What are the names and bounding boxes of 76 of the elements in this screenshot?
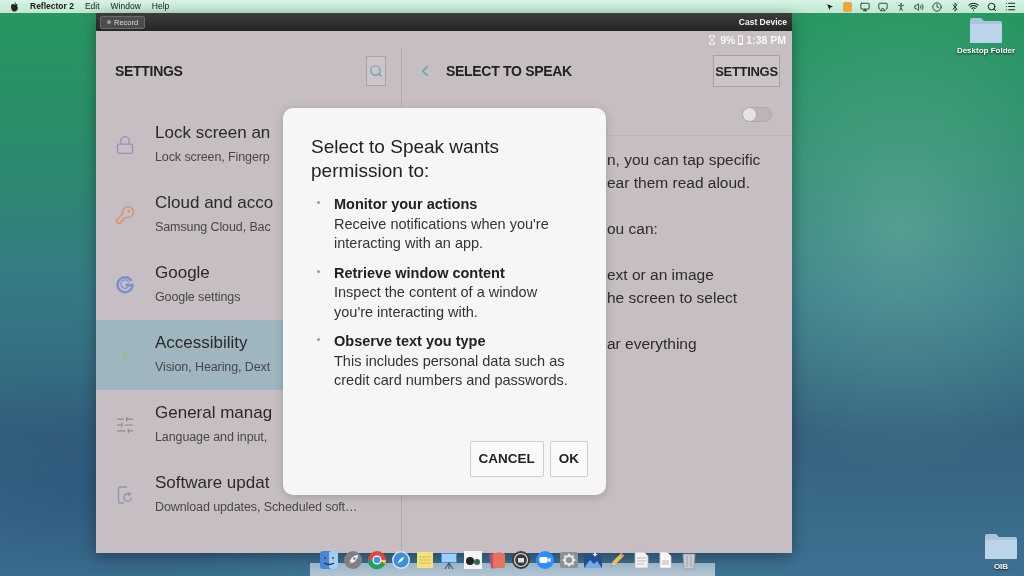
- screen-cast-icon[interactable]: [878, 1, 888, 12]
- rocket-icon[interactable]: [343, 550, 363, 570]
- app-menu[interactable]: Reflector 2: [30, 0, 74, 13]
- item-subtitle: Language and input,: [155, 429, 269, 446]
- settings-heading: SETTINGS: [115, 63, 183, 79]
- bullet-icon: [317, 201, 320, 204]
- item-title: Google: [155, 262, 211, 284]
- item-subtitle: Lock screen, Fingerp: [155, 149, 271, 166]
- list-icon[interactable]: [1005, 1, 1016, 12]
- icon-label: OIB: [993, 562, 1009, 571]
- tile-icon[interactable]: [463, 550, 483, 570]
- landscape-icon[interactable]: [583, 550, 603, 570]
- dialog-title: Select to Speak wants permission to:: [311, 135, 500, 183]
- tablet-refresh-icon: [115, 485, 135, 505]
- item-subtitle: Samsung Cloud, Bac: [155, 219, 272, 236]
- item-title: Cloud and acco: [155, 192, 274, 214]
- trash-icon[interactable]: [679, 550, 699, 570]
- clock-icon[interactable]: [932, 1, 942, 12]
- item-subtitle: Google settings: [155, 289, 241, 306]
- bullet-icon: [317, 269, 320, 273]
- description-text: ar everything: [607, 334, 698, 354]
- record-dot-icon: [107, 20, 111, 24]
- window-title: Cast Device: [738, 17, 787, 27]
- tricolor-circle-icon[interactable]: [367, 550, 387, 570]
- lock-icon: [115, 135, 135, 155]
- gear-icon[interactable]: [559, 550, 579, 570]
- menu-item[interactable]: Help: [151, 0, 170, 13]
- wifi-icon[interactable]: [968, 1, 979, 12]
- battery-level: 9%: [720, 33, 736, 46]
- video-camera-icon[interactable]: [535, 550, 555, 570]
- clock-time: 1:38 PM: [746, 33, 786, 46]
- description-text: ou can:: [607, 219, 659, 239]
- description-text: ext or an image he screen to select: [607, 265, 739, 308]
- apple-icon[interactable]: [10, 1, 19, 12]
- toggle-switch[interactable]: [742, 107, 772, 122]
- settings-item[interactable]: Software updat Download updates, Scheduled soft…: [96, 460, 401, 530]
- menu-item[interactable]: Window: [110, 0, 141, 13]
- dialog-button[interactable]: OK: [549, 440, 588, 477]
- description-text: n, you can tap specific ear them read aloud.: [607, 150, 762, 193]
- item-title: Software updat: [155, 472, 271, 494]
- monitor-icon[interactable]: [860, 1, 870, 12]
- item-subtitle: Download updates, Scheduled soft…: [155, 499, 358, 516]
- record-circle-icon[interactable]: [511, 550, 531, 570]
- permission-description: Inspect the content of a window you're interacting with.: [334, 283, 539, 322]
- permission-title: Retrieve window content: [334, 263, 506, 283]
- page-title: SELECT TO SPEAK: [446, 63, 572, 79]
- item-title: General manag: [155, 402, 273, 424]
- compass-icon[interactable]: [391, 550, 411, 570]
- item-title: Accessibility: [155, 332, 249, 354]
- g-logo-icon: [115, 275, 135, 295]
- easel-icon[interactable]: [439, 550, 459, 570]
- bullet-icon: [317, 338, 320, 341]
- accessibility-icon[interactable]: [896, 1, 906, 12]
- bluetooth-icon[interactable]: [950, 1, 960, 12]
- volume-icon[interactable]: [914, 1, 924, 12]
- key-icon: [115, 205, 135, 225]
- sliders-icon: [115, 415, 135, 435]
- photo-stack-icon[interactable]: [487, 550, 507, 570]
- settings-button[interactable]: SETTINGS: [713, 55, 780, 87]
- smiling-face-icon[interactable]: [319, 550, 339, 570]
- item-subtitle: Vision, Hearing, Dext: [155, 359, 271, 376]
- item-title: Lock screen an: [155, 122, 271, 144]
- permission-description: Receive notifications when you're interacting with an app.: [334, 214, 550, 253]
- menu-item[interactable]: Edit: [84, 0, 100, 13]
- search-icon: [369, 64, 383, 78]
- dialog-button[interactable]: CANCEL: [469, 440, 544, 477]
- battery-icon: [738, 34, 744, 45]
- icon-label: Desktop Folder: [956, 46, 1016, 55]
- permission-title: Monitor your actions: [334, 195, 479, 214]
- search-icon[interactable]: [987, 1, 997, 12]
- notepad-icon[interactable]: [415, 550, 435, 570]
- hourglass-icon: [707, 34, 718, 45]
- settings-item[interactable]: General manag Language and input,: [96, 390, 401, 460]
- folder-icon[interactable]: [984, 532, 1018, 560]
- cursor-icon: [825, 1, 835, 12]
- document-icon[interactable]: [631, 550, 651, 570]
